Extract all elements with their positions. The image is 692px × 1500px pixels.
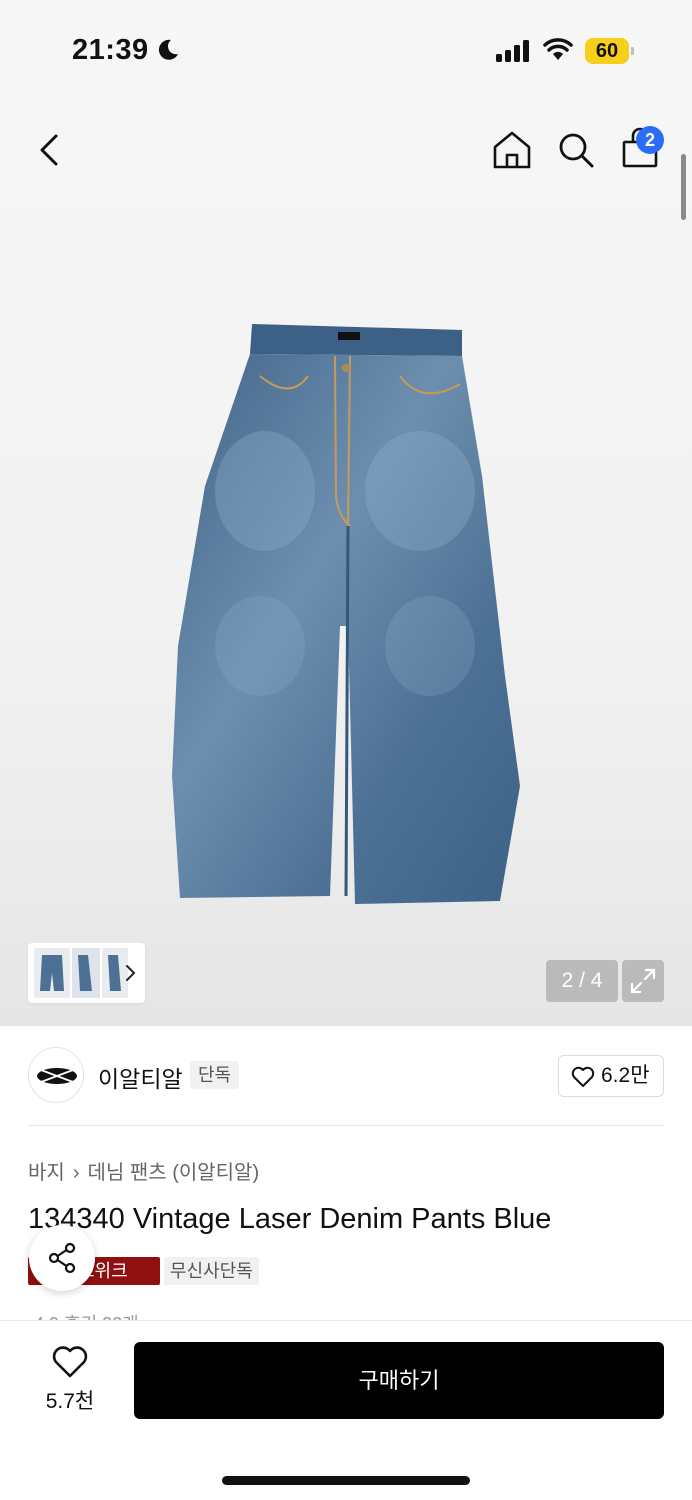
search-icon[interactable] (554, 128, 598, 172)
denim-pants-image[interactable] (160, 316, 540, 916)
share-button[interactable] (29, 1225, 95, 1291)
back-icon[interactable] (30, 128, 70, 172)
heart-icon (571, 1066, 595, 1087)
rating-text: 4.9 후기 22개 (34, 1312, 139, 1320)
brand-name[interactable]: 이알티알 (98, 1060, 183, 1094)
status-time: 21:39 (72, 34, 149, 66)
heart-icon[interactable] (51, 1345, 89, 1379)
battery-indicator: 60 (585, 38, 634, 64)
exclusive-badge: 단독 (190, 1061, 240, 1089)
product-title: 134340 Vintage Laser Denim Pants Blue (28, 1203, 552, 1235)
moon-icon (158, 39, 178, 60)
breadcrumb-item[interactable]: 바지 (28, 1162, 65, 1184)
buy-button[interactable]: 구매하기 (134, 1342, 664, 1419)
rating-row: 4.9 후기 22개 (34, 1312, 204, 1320)
image-page-counter: 2 / 4 (546, 960, 618, 1002)
brand-like-count: 6.2만 (601, 1064, 650, 1087)
home-indicator (222, 1476, 470, 1485)
chevron-right-icon[interactable] (124, 962, 138, 984)
brand-logo[interactable] (28, 1047, 84, 1103)
exclusive-tag: 무신사단독 (164, 1257, 259, 1285)
chevron-right-icon: › (72, 1162, 80, 1184)
expand-button[interactable] (622, 960, 664, 1002)
share-icon (48, 1242, 76, 1274)
wifi-icon (543, 38, 573, 60)
brand-like-button[interactable]: 6.2만 (558, 1055, 664, 1097)
cart-count-badge: 2 (636, 126, 664, 154)
divider (28, 1125, 664, 1126)
scroll-indicator (681, 154, 686, 220)
signal-icon (496, 40, 529, 62)
breadcrumb-item[interactable]: 데님 팬츠 (이알티알) (87, 1162, 259, 1184)
home-icon[interactable] (490, 128, 534, 172)
brand-logo-mark (37, 1068, 77, 1084)
breadcrumb: 바지 › 데님 팬츠 (이알티알) (28, 1156, 259, 1185)
expand-icon (630, 968, 656, 994)
status-bar: 21:39 60 (0, 0, 692, 100)
wish-count: 5.7천 (45, 1390, 95, 1413)
